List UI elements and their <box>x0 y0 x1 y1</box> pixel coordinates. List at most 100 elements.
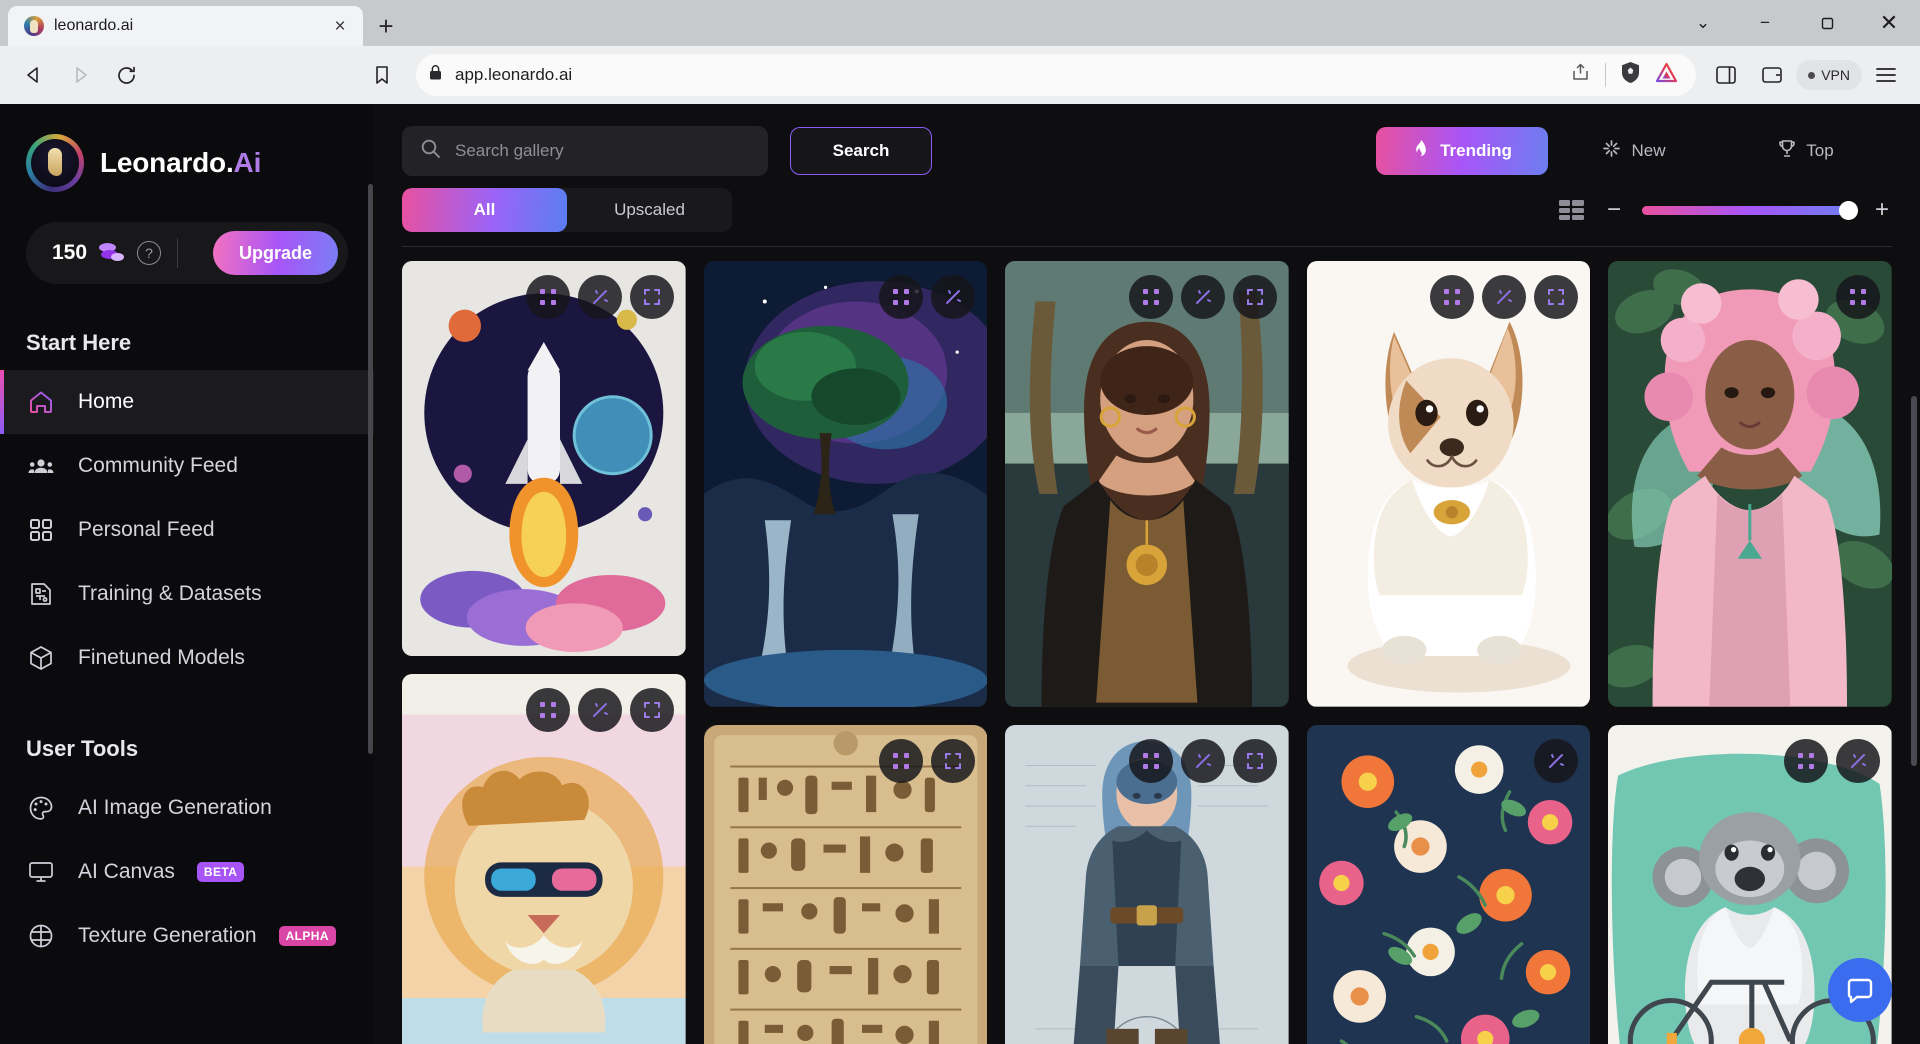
wand-icon[interactable] <box>1180 275 1225 319</box>
expand-icon[interactable] <box>629 688 674 732</box>
tab-close-icon[interactable]: × <box>327 13 353 39</box>
wand-icon[interactable] <box>931 275 976 319</box>
sidebar-item-texture-generation[interactable]: Texture Generation ALPHA <box>0 904 374 968</box>
chip-icon <box>26 579 56 609</box>
remix-icon[interactable] <box>525 688 570 732</box>
address-bar[interactable]: app.leonardo.ai <box>416 54 1697 96</box>
vpn-label: VPN <box>1821 67 1850 83</box>
expand-icon[interactable] <box>1232 275 1277 319</box>
expand-icon[interactable] <box>629 275 674 319</box>
expand-icon[interactable] <box>1534 275 1579 319</box>
tab-strip: leonardo.ai × + ⌄ − ✕ <box>0 0 1920 46</box>
gallery-card[interactable] <box>703 261 988 707</box>
sidebar-item-training-datasets[interactable]: Training & Datasets <box>0 562 374 626</box>
wand-icon[interactable] <box>1534 738 1579 783</box>
bookmark-icon[interactable] <box>360 53 404 97</box>
art-cosmic-tree-waterfall <box>703 261 988 707</box>
card-actions <box>1128 275 1277 319</box>
remix-icon[interactable] <box>1128 275 1173 319</box>
gallery-card[interactable] <box>1608 261 1892 707</box>
maximize-button[interactable] <box>1796 0 1858 46</box>
sidebar-item-label: Home <box>78 390 135 413</box>
grid-squares-icon <box>26 515 56 545</box>
search-input[interactable]: Search gallery <box>402 126 768 176</box>
card-actions <box>1534 738 1579 783</box>
art-pink-fairy-woman <box>1608 261 1892 707</box>
expand-icon[interactable] <box>931 738 976 783</box>
sidebar-item-label: Community Feed <box>78 454 238 477</box>
filter-tab-all[interactable]: All <box>402 188 567 232</box>
brand-logo-block[interactable]: Leonardo.Ai <box>0 134 374 192</box>
tab-new[interactable]: New <box>1548 127 1720 175</box>
browser-tab[interactable]: leonardo.ai × <box>8 6 363 46</box>
leo-triangle-icon[interactable] <box>1655 62 1678 88</box>
back-arrow-icon[interactable] <box>12 53 56 97</box>
close-window-button[interactable]: ✕ <box>1858 0 1920 46</box>
new-tab-button[interactable]: + <box>363 6 409 46</box>
remix-icon[interactable] <box>1430 275 1475 319</box>
help-circle-icon[interactable]: ? <box>137 241 162 265</box>
sidebar-panel-icon[interactable] <box>1704 53 1748 97</box>
sidebar-item-label: Texture Generation <box>78 924 257 947</box>
upgrade-button[interactable]: Upgrade <box>212 231 338 275</box>
wand-icon[interactable] <box>1835 738 1880 783</box>
sidebar-item-home[interactable]: Home <box>0 370 374 434</box>
app-sidebar: Leonardo.Ai 150 ? Upgrade Start Here Hom… <box>0 104 374 1044</box>
card-actions <box>1783 738 1880 783</box>
gallery-card[interactable] <box>1005 724 1289 1044</box>
gallery-card[interactable] <box>402 674 686 1044</box>
chat-support-button[interactable] <box>1828 958 1892 1022</box>
zoom-out-button[interactable]: − <box>1604 196 1624 224</box>
filter-tabs: All Upscaled <box>402 188 732 232</box>
url-text: app.leonardo.ai <box>455 65 573 84</box>
tab-label: Top <box>1806 141 1834 160</box>
remix-icon[interactable] <box>879 738 924 783</box>
reload-arrow-icon[interactable] <box>104 53 148 97</box>
sidebar-section-user-tools: User Tools <box>26 736 139 761</box>
sidebar-scrollbar[interactable] <box>368 184 373 754</box>
brave-lion-icon[interactable] <box>1620 61 1641 89</box>
palette-icon <box>26 793 56 823</box>
minimize-button[interactable]: − <box>1734 0 1796 46</box>
art-woman-beach-portrait <box>1005 261 1289 707</box>
remix-icon[interactable] <box>1128 738 1173 783</box>
search-button[interactable]: Search <box>790 127 932 175</box>
sidebar-item-ai-image-generation[interactable]: AI Image Generation <box>0 776 374 840</box>
remix-icon[interactable] <box>879 275 924 319</box>
grid-density-icon[interactable] <box>1556 197 1586 223</box>
zoom-slider[interactable] <box>1642 200 1858 220</box>
hamburger-menu-icon[interactable] <box>1864 53 1908 97</box>
wand-icon[interactable] <box>577 688 622 732</box>
card-actions <box>1835 275 1880 319</box>
filter-tab-upscaled[interactable]: Upscaled <box>567 188 732 232</box>
zoom-slider-knob[interactable] <box>1839 200 1858 220</box>
share-icon[interactable] <box>1570 62 1591 88</box>
vpn-status-pill[interactable]: VPN <box>1796 60 1862 90</box>
gallery-card[interactable] <box>1306 724 1591 1044</box>
wand-icon[interactable] <box>1180 738 1225 783</box>
expand-icon[interactable] <box>1232 738 1277 783</box>
gallery-scrollbar[interactable] <box>1911 396 1917 766</box>
remix-icon[interactable] <box>1783 738 1828 783</box>
tab-trending[interactable]: Trending <box>1376 127 1548 175</box>
remix-icon[interactable] <box>525 275 570 319</box>
search-placeholder: Search gallery <box>455 141 564 160</box>
gallery-card[interactable] <box>703 724 988 1044</box>
gallery-card[interactable] <box>402 261 686 656</box>
sidebar-item-community-feed[interactable]: Community Feed <box>0 434 374 498</box>
omnibox-divider <box>1605 63 1607 87</box>
sidebar-item-ai-canvas[interactable]: AI Canvas BETA <box>0 840 374 904</box>
wand-icon[interactable] <box>1482 275 1527 319</box>
sparkle-icon <box>1602 139 1621 163</box>
wand-icon[interactable] <box>577 275 622 319</box>
gallery-card[interactable] <box>1306 261 1591 707</box>
remix-icon[interactable] <box>1835 275 1880 319</box>
tab-top[interactable]: Top <box>1720 127 1892 175</box>
zoom-in-button[interactable]: + <box>1872 196 1892 224</box>
wallet-icon[interactable] <box>1750 53 1794 97</box>
gallery-card[interactable] <box>1005 261 1289 707</box>
tab-search-chevron-icon[interactable]: ⌄ <box>1672 0 1734 46</box>
sidebar-item-finetuned-models[interactable]: Finetuned Models <box>0 626 374 690</box>
art-chihuahua-watercolor <box>1306 261 1591 707</box>
sidebar-item-personal-feed[interactable]: Personal Feed <box>0 498 374 562</box>
